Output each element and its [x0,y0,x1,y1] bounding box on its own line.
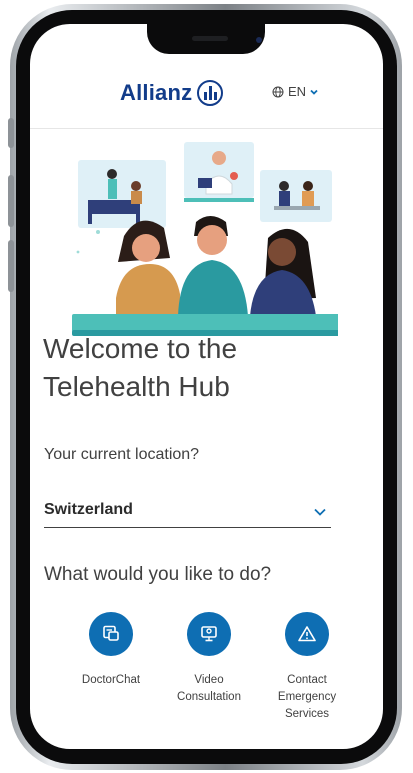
doctorchat-icon-circle [89,612,133,656]
doctorchat-button[interactable]: DoctorChat [62,612,160,689]
front-camera [256,37,262,43]
action-label-line: Services [284,708,330,720]
action-label-line: Consultation [177,691,241,703]
language-selector[interactable]: EN [272,84,319,99]
location-value: Switzerland [44,501,133,518]
contact-emergency-button[interactable]: Contact Emergency Services [258,612,356,723]
globe-icon [272,86,284,97]
allianz-emblem-icon [197,80,224,106]
action-label-line: Emergency [277,691,337,703]
chat-icon [103,625,119,641]
phone-speaker [192,36,228,41]
location-dropdown[interactable]: Switzerland [44,497,331,528]
doctorchat-label: DoctorChat [82,672,140,689]
video-call-icon [201,626,217,642]
actions-question: What would you like to do? [44,564,272,585]
volume-up-button [8,175,14,227]
action-label-line: Video [194,674,224,686]
page-title: Welcome to the Telehealth Hub [43,330,333,406]
telehealth-illustration [72,142,338,336]
action-label-line: Contact [287,674,327,686]
video-consultation-icon-circle [187,612,231,656]
mute-switch [8,118,14,148]
allianz-logo[interactable]: Allianz [120,80,224,106]
volume-down-button [8,240,14,292]
warning-icon [298,626,316,642]
video-consultation-button[interactable]: Video Consultation [160,612,258,706]
action-label-line: DoctorChat [81,674,141,686]
chevron-down-icon [314,508,326,516]
chevron-down-icon [310,89,318,95]
video-consultation-label: Video Consultation [177,672,241,706]
title-line-1: Welcome to the [43,333,238,364]
location-label: Your current location? [44,446,200,463]
phone-screen: Allianz EN Welcome to the Telehealth Hub… [30,24,383,749]
contact-emergency-label: Contact Emergency Services [278,672,336,723]
language-code: EN [288,84,307,99]
contact-emergency-icon-circle [285,612,329,656]
brand-name: Allianz [120,80,193,105]
title-line-2: Telehealth Hub [43,371,230,402]
